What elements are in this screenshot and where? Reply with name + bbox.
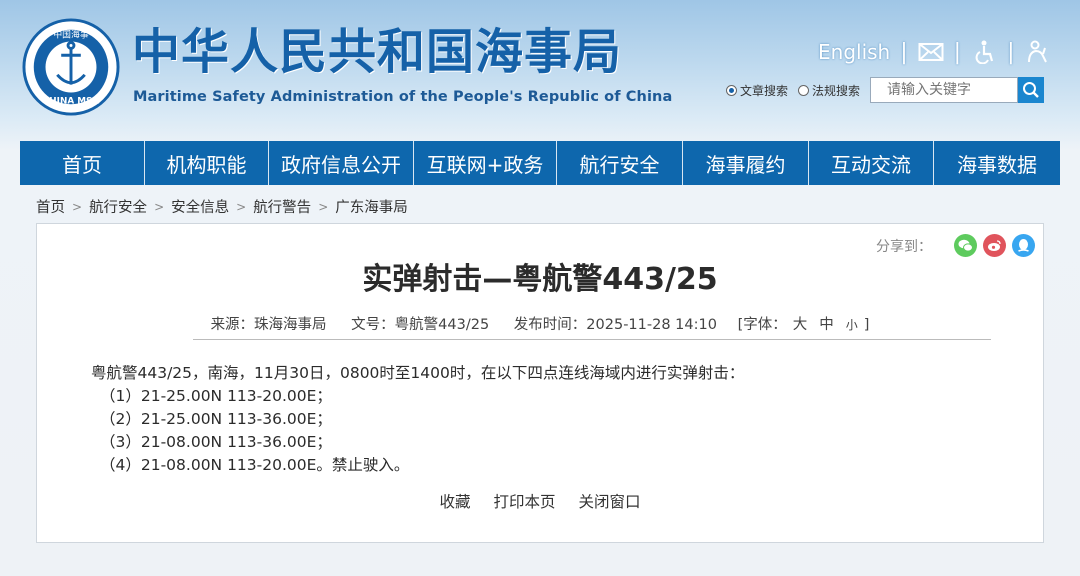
nav-item-internet-gov[interactable]: 互联网+政务 [414, 141, 557, 185]
nav-item-interaction[interactable]: 互动交流 [809, 141, 934, 185]
article-body: 粤航警443/25，南海，11月30日，0800时至1400时，在以下四点连线海… [91, 362, 744, 477]
coordinate-line: （4）21-08.00N 113-20.00E。禁止驶入。 [100, 456, 410, 474]
divider: | [953, 39, 962, 65]
breadcrumb-item[interactable]: 首页 [36, 196, 65, 217]
nav-item-nav-safety[interactable]: 航行安全 [557, 141, 683, 185]
article-meta: 来源：珠海海事局 文号：粤航警443/25 发布时间：2025-11-28 14… [37, 313, 1043, 334]
divider: | [900, 39, 908, 65]
site-title[interactable]: 中华人民共和国海事局 [132, 24, 622, 80]
breadcrumb-item[interactable]: 航行警告 [253, 196, 311, 217]
search-type-regulation[interactable]: 法规搜索 [798, 82, 860, 99]
radio-label: 文章搜索 [740, 83, 789, 98]
nav-item-data[interactable]: 海事数据 [934, 141, 1060, 185]
logo-bottom-text: CHINA MSA [43, 96, 100, 106]
breadcrumb-item[interactable]: 广东海事局 [335, 196, 408, 217]
font-size-large[interactable]: 大 [793, 317, 808, 333]
nav-item-convention[interactable]: 海事履约 [683, 141, 809, 185]
close-window-button[interactable]: 关闭窗口 [578, 493, 640, 511]
nav-item-home[interactable]: 首页 [20, 141, 145, 185]
divider [193, 339, 991, 340]
site-header: 中国海事 CHINA MSA 中华人民共和国海事局 Maritime Safet… [0, 0, 1080, 140]
article-doc-no: 文号：粤航警443/25 [351, 317, 490, 333]
print-button[interactable]: 打印本页 [493, 493, 555, 511]
font-size-close: ] [863, 317, 870, 333]
chevron-right-icon: > [236, 199, 247, 214]
coordinate-line: （3）21-08.00N 113-36.00E； [100, 433, 332, 451]
chevron-right-icon: > [154, 199, 165, 214]
search-button[interactable] [1018, 77, 1045, 103]
favorite-button[interactable]: 收藏 [440, 493, 471, 511]
divider: | [1007, 39, 1015, 65]
coordinate-line: （2）21-25.00N 113-36.00E； [100, 410, 332, 428]
mail-icon[interactable] [918, 41, 944, 63]
chevron-right-icon: > [72, 199, 83, 214]
radio-selected[interactable] [726, 84, 737, 96]
accessibility-icon[interactable] [971, 40, 997, 64]
breadcrumb: 首页 > 航行安全 > 安全信息 > 航行警告 > 广东海事局 [36, 196, 408, 217]
top-tools: English | | | [818, 38, 1050, 66]
search-type-article[interactable]: 文章搜索 [726, 82, 788, 99]
chevron-right-icon: > [318, 199, 329, 214]
logo-top-text: 中国海事 [53, 29, 88, 41]
radio-unselected[interactable] [798, 84, 810, 96]
article-panel: 分享到： 实弹射击—粤航警443/25 来源：珠海海事局 文号：粤航警443/2… [36, 223, 1044, 543]
article-source: 来源：珠海海事局 [210, 317, 327, 333]
article-paragraph: 粤航警443/25，南海，11月30日，0800时至1400时，在以下四点连线海… [91, 364, 745, 382]
search-input[interactable] [870, 77, 1019, 103]
search-bar: 文章搜索 法规搜索 [726, 77, 1045, 103]
article-published: 发布时间：2025-11-28 14:10 [513, 317, 717, 333]
breadcrumb-item[interactable]: 安全信息 [171, 196, 229, 217]
elder-care-icon[interactable] [1024, 40, 1050, 63]
nav-item-functions[interactable]: 机构职能 [145, 141, 269, 185]
breadcrumb-item[interactable]: 航行安全 [89, 196, 147, 217]
coordinate-line: （1）21-25.00N 113-20.00E； [100, 387, 332, 405]
font-size-control: [字体： 大中小] [738, 317, 870, 333]
english-link[interactable]: English [818, 40, 890, 64]
article-title: 实弹射击—粤航警443/25 [362, 262, 718, 297]
share-label: 分享到： [876, 238, 932, 255]
font-size-small[interactable]: 小 [846, 318, 858, 332]
article-actions: 收藏 打印本页 关闭窗口 [37, 490, 1043, 512]
font-size-medium[interactable]: 中 [819, 317, 834, 333]
nav-item-gov-info[interactable]: 政府信息公开 [269, 141, 414, 185]
radio-label: 法规搜索 [812, 83, 861, 98]
search-icon [1023, 82, 1039, 98]
main-nav: 首页 机构职能 政府信息公开 互联网+政务 航行安全 海事履约 互动交流 海事数… [20, 141, 1060, 185]
msa-logo[interactable]: 中国海事 CHINA MSA [22, 18, 120, 116]
site-subtitle: Maritime Safety Administration of the Pe… [133, 89, 673, 105]
font-size-label: [字体： [737, 317, 787, 333]
